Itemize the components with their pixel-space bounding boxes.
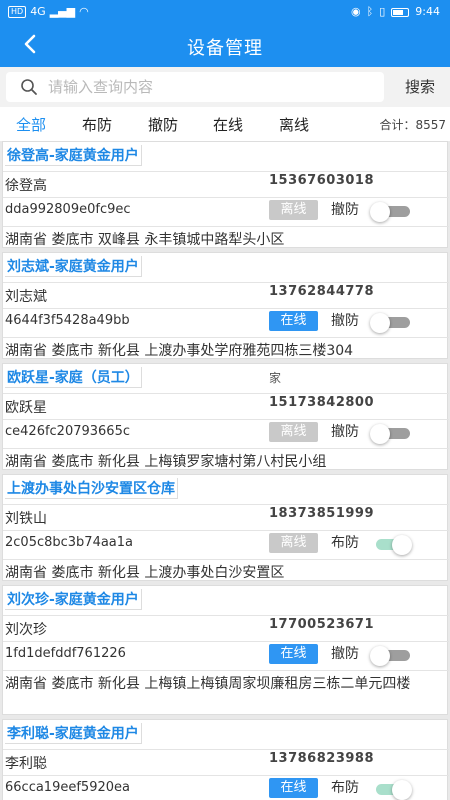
search-bar: 搜索 [0,67,450,107]
wifi-icon: ◠ [79,5,89,18]
filter-tabs: 全部 布防 撤防 在线 离线 合计：8557 [0,107,450,141]
status-badge: 在线 [269,311,318,331]
divider [3,559,449,560]
device-phone: 17700523671 [269,617,374,632]
device-list[interactable]: 徐登高-家庭黄金用户 徐登高 15367603018 dda992809e0fc… [0,141,450,800]
divider [3,197,449,198]
device-id: dda992809e0fc9ec [5,202,131,217]
tab-armed[interactable]: 布防 [82,114,112,135]
arm-mode-label: 撤防 [331,646,359,662]
device-owner-name: 刘志斌 [5,289,47,305]
divider [3,641,449,642]
arm-mode-label: 撤防 [331,424,359,440]
divider [3,670,449,671]
divider [3,775,449,776]
search-icon [21,79,37,95]
arm-toggle[interactable] [370,424,410,444]
tab-online[interactable]: 在线 [213,114,243,135]
device-id: 1fd1defddf761226 [5,646,126,661]
bluetooth-icon: ᛒ [366,5,374,18]
battery-icon [391,7,410,17]
arm-mode-label: 布防 [331,780,359,796]
status-badge: 离线 [269,422,318,442]
status-badge: 在线 [269,644,318,664]
status-badge: 离线 [269,533,318,553]
search-input[interactable] [48,76,378,98]
divider [3,419,449,420]
device-owner-name: 徐登高 [5,178,47,194]
device-card[interactable]: 刘次珍-家庭黄金用户 刘次珍 17700523671 1fd1defddf761… [2,585,449,715]
device-phone: 13786823988 [269,751,374,766]
device-id: 66cca19eef5920ea [5,780,130,795]
eye-icon: ◉ [351,5,361,18]
clock-time: 9:44 [415,5,440,18]
device-phone: 15367603018 [269,173,374,188]
divider [3,337,449,338]
device-owner-name: 李利聪 [5,756,47,772]
device-card[interactable]: 徐登高-家庭黄金用户 徐登高 15367603018 dda992809e0fc… [2,141,449,248]
device-owner-name: 欧跃星 [5,400,47,416]
status-badge: 离线 [269,200,318,220]
divider [3,393,449,394]
arm-toggle[interactable] [370,202,410,222]
device-phone: 18373851999 [269,506,374,521]
search-button[interactable]: 搜索 [390,72,450,102]
tab-all[interactable]: 全部 [16,114,46,135]
device-card[interactable]: 李利聪-家庭黄金用户 李利聪 13786823988 66cca19eef592… [2,719,449,800]
device-title: 李利聪-家庭黄金用户 [5,723,142,744]
search-box[interactable] [6,72,384,102]
divider [3,530,449,531]
device-id: 4644f3f5428a49bb [5,313,130,328]
device-title: 徐登高-家庭黄金用户 [5,145,142,166]
arm-toggle[interactable] [370,535,412,555]
device-extra: 家 [269,371,282,385]
status-badge: 在线 [269,778,318,798]
device-phone: 15173842800 [269,395,374,410]
device-card[interactable]: 刘志斌-家庭黄金用户 刘志斌 13762844778 4644f3f5428a4… [2,252,449,359]
signal-icon: 4G [30,5,46,18]
arm-toggle[interactable] [370,313,410,333]
signal-bars-icon: ▂▄▆ [49,5,76,18]
device-card[interactable]: 欧跃星-家庭（员工） 家 欧跃星 15173842800 ce426fc2079… [2,363,449,470]
device-address: 湖南省 娄底市 新化县 上梅镇罗家塘村第八村民小组 [5,454,327,470]
device-address: 湖南省 娄底市 双峰县 永丰镇城中路犁头小区 [5,232,285,248]
divider [3,308,449,309]
device-phone: 13762844778 [269,284,374,299]
app-header: HD 4G ▂▄▆ ◠ ◉ ᛒ ▯ 9:44 设备管理 [0,0,450,67]
arm-mode-label: 布防 [331,535,359,551]
arm-toggle[interactable] [370,780,412,800]
vibrate-icon: ▯ [379,5,386,18]
hd-badge: HD [8,6,27,18]
arm-mode-label: 撤防 [331,313,359,329]
total-count: 合计：8557 [379,118,446,132]
device-title: 欧跃星-家庭（员工） [5,367,142,388]
divider [3,749,449,750]
device-owner-name: 刘铁山 [5,511,47,527]
arm-toggle[interactable] [370,646,410,666]
device-title: 刘次珍-家庭黄金用户 [5,589,142,610]
device-address: 湖南省 娄底市 新化县 上梅镇上梅镇周家坝廉租房三栋二单元四楼 [5,676,411,692]
divider [3,448,449,449]
tab-disarmed[interactable]: 撤防 [148,114,178,135]
title-bar: 设备管理 [0,24,450,67]
device-id: ce426fc20793665c [5,424,130,439]
arm-mode-label: 撤防 [331,202,359,218]
device-title: 刘志斌-家庭黄金用户 [5,256,142,277]
device-title: 上渡办事处白沙安置区仓库 [5,478,178,499]
divider [3,615,449,616]
tab-offline[interactable]: 离线 [279,114,309,135]
device-id: 2c05c8bc3b74aa1a [5,535,134,550]
divider [3,226,449,227]
divider [3,504,449,505]
device-address: 湖南省 娄底市 新化县 上渡办事处白沙安置区 [5,565,285,581]
page-title: 设备管理 [187,38,263,59]
device-address: 湖南省 娄底市 新化县 上渡办事处学府雅苑四栋三楼304 [5,343,354,359]
divider [3,171,449,172]
status-bar: HD 4G ▂▄▆ ◠ ◉ ᛒ ▯ 9:44 [0,0,450,24]
divider [3,282,449,283]
device-card[interactable]: 上渡办事处白沙安置区仓库 刘铁山 18373851999 2c05c8bc3b7… [2,474,449,581]
device-owner-name: 刘次珍 [5,622,47,638]
